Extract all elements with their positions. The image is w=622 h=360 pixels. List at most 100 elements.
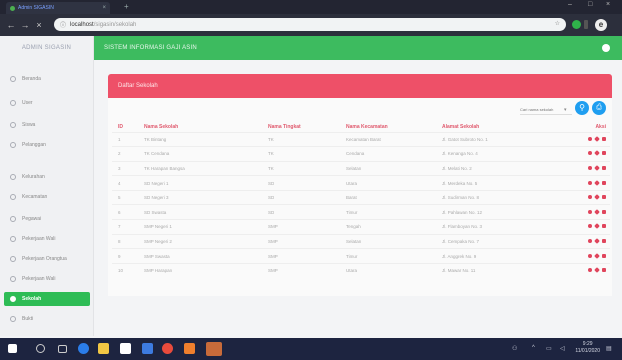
edit-icon[interactable] — [594, 194, 600, 201]
sidebar-item-label: Pelanggan — [22, 142, 46, 148]
clock[interactable]: 9:29 11/01/2020 — [575, 341, 600, 355]
url-host: localhost — [70, 21, 94, 28]
delete-icon[interactable] — [602, 268, 606, 273]
search-field[interactable]: ▾ — [520, 105, 572, 115]
app-icon[interactable] — [184, 343, 195, 354]
view-icon[interactable] — [588, 268, 592, 273]
sidebar-item-pekerjaan-wali[interactable]: Pekerjaan Wali — [4, 272, 90, 286]
edit-icon[interactable] — [594, 238, 600, 244]
nav-item-icon — [10, 100, 16, 106]
minimize-icon[interactable]: – — [568, 1, 572, 8]
cell-nama-sekolah: SMP Harapan — [144, 262, 268, 278]
cell-alamat-sekolah: Jl. Anggrek No. 9 — [442, 248, 582, 264]
photos-icon[interactable] — [206, 342, 222, 356]
sidebar-item-label: Kelurahan — [22, 174, 45, 180]
cell-aksi — [582, 262, 610, 278]
dropdown-caret-icon[interactable]: ▾ — [564, 107, 567, 113]
extension-icon[interactable] — [572, 20, 581, 29]
store-icon[interactable] — [120, 343, 131, 354]
sidebar-item-sekolah[interactable]: Sekolah — [4, 292, 90, 306]
edit-icon[interactable] — [594, 135, 600, 142]
cell-nama-tingkat: SMP — [268, 262, 346, 278]
new-tab-icon[interactable]: + — [124, 2, 129, 11]
edit-icon[interactable] — [594, 267, 600, 274]
view-icon[interactable] — [588, 238, 592, 243]
windows-start-icon[interactable] — [8, 344, 17, 353]
sidebar-item-siswa[interactable]: Siswa — [4, 118, 90, 132]
edit-icon[interactable] — [594, 252, 600, 259]
bookmark-star-icon[interactable]: ☆ — [555, 20, 560, 27]
edit-icon[interactable] — [594, 179, 600, 186]
cell-nama-kecamatan: Utara — [346, 262, 442, 278]
edit-icon[interactable] — [594, 150, 600, 157]
sidebar-item-pekerjaan-orangtua[interactable]: Pekerjaan Orangtua — [4, 252, 90, 266]
print-button[interactable]: ⎙ — [592, 101, 606, 115]
close-window-icon[interactable]: × — [606, 1, 610, 8]
chrome-icon[interactable] — [162, 343, 173, 354]
sidebar-item-label: User — [22, 100, 33, 106]
tab-close-icon[interactable]: × — [102, 5, 106, 11]
delete-icon[interactable] — [602, 165, 606, 170]
sidebar-item-label: Kecamatan — [22, 194, 48, 200]
delete-icon[interactable] — [602, 224, 606, 229]
view-icon[interactable] — [588, 253, 592, 258]
user-icon[interactable] — [602, 44, 610, 52]
edit-icon[interactable] — [594, 165, 600, 171]
view-icon[interactable] — [588, 224, 592, 229]
search-input[interactable] — [520, 107, 564, 112]
cell-nama-sekolah: SD Negeri 3 — [144, 189, 268, 205]
cell-id: 9 — [112, 248, 144, 264]
sidebar-item-pegawai[interactable]: Pegawai — [4, 212, 90, 226]
extension-menu-icon[interactable] — [584, 20, 588, 29]
edge-icon[interactable] — [78, 343, 89, 354]
notification-icon[interactable]: ▤ — [606, 345, 612, 352]
delete-icon[interactable] — [602, 238, 606, 243]
edit-icon[interactable] — [594, 208, 600, 215]
cell-nama-kecamatan: Cendana — [346, 146, 442, 162]
edit-icon[interactable] — [594, 223, 600, 230]
profile-avatar[interactable]: e — [595, 19, 607, 31]
delete-icon[interactable] — [602, 151, 606, 156]
delete-icon[interactable] — [602, 209, 606, 214]
mail-icon[interactable] — [142, 343, 153, 354]
sidebar-item-kecamatan[interactable]: Kecamatan — [4, 190, 90, 204]
address-bar[interactable]: ⓘ localhost /sigasin/sekolah ☆ — [54, 18, 566, 31]
delete-icon[interactable] — [602, 253, 606, 258]
browser-tab[interactable]: Admin SIGASIN × — [6, 2, 110, 14]
view-icon[interactable] — [588, 165, 592, 170]
file-explorer-icon[interactable] — [98, 343, 109, 354]
view-icon[interactable] — [588, 180, 592, 185]
volume-icon[interactable]: ◁ — [560, 345, 565, 352]
sidebar-item-pekerjaan-wali[interactable]: Pekerjaan Wali — [4, 232, 90, 246]
task-view-icon[interactable] — [58, 345, 67, 353]
site-info-icon[interactable]: ⓘ — [60, 20, 66, 29]
view-icon[interactable] — [588, 151, 592, 156]
reload-icon[interactable]: × — [32, 20, 46, 30]
view-icon[interactable] — [588, 209, 592, 214]
cell-id: 1 — [112, 131, 144, 147]
back-icon[interactable]: ← — [4, 20, 18, 30]
view-icon[interactable] — [588, 136, 592, 141]
maximize-icon[interactable]: □ — [588, 1, 592, 8]
browser-toolbar: ← → × ⓘ localhost /sigasin/sekolah ☆ e — [0, 14, 622, 36]
sidebar-item-bukti[interactable]: Bukti — [4, 312, 90, 326]
cell-nama-kecamatan: Tengah — [346, 219, 442, 235]
card-header: Daftar Sekolah — [108, 74, 612, 98]
delete-icon[interactable] — [602, 136, 606, 141]
delete-icon[interactable] — [602, 195, 606, 200]
cell-nama-sekolah: SD Negeri 1 — [144, 175, 268, 191]
nav-item-icon — [10, 256, 16, 262]
network-icon[interactable]: ▭ — [546, 345, 552, 352]
sidebar-item-kelurahan[interactable]: Kelurahan — [4, 170, 90, 184]
sidebar-item-user[interactable]: User — [4, 96, 90, 110]
people-icon[interactable]: ⚇ — [512, 345, 517, 352]
delete-icon[interactable] — [602, 180, 606, 185]
sidebar-item-beranda[interactable]: Beranda — [4, 72, 90, 86]
tray-chevron-icon[interactable]: ^ — [532, 345, 535, 351]
sidebar-item-pelanggan[interactable]: Pelanggan — [4, 138, 90, 152]
forward-icon[interactable]: → — [18, 20, 32, 30]
view-icon[interactable] — [588, 195, 592, 200]
search-taskbar-icon[interactable] — [36, 344, 45, 353]
search-button[interactable]: ⚲ — [575, 101, 589, 115]
card-title: Daftar Sekolah — [118, 83, 158, 89]
